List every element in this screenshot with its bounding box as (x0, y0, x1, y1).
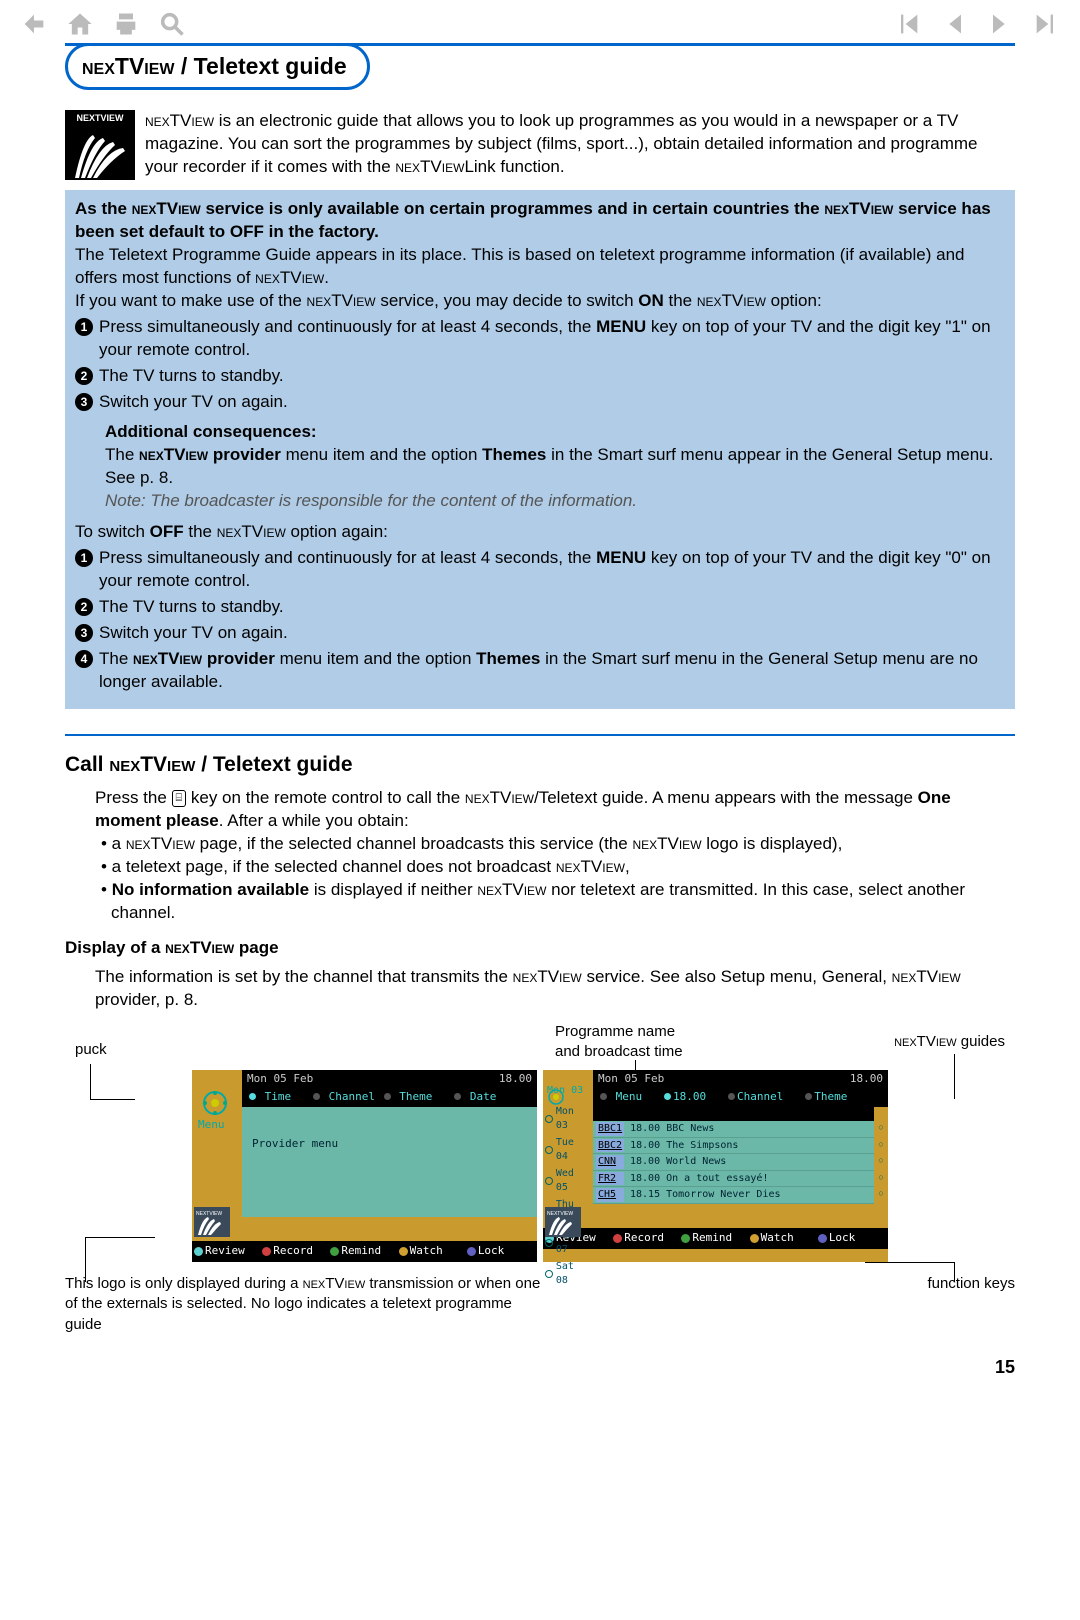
label-programme-name: Programme nameand broadcast time (555, 1022, 683, 1063)
home-icon[interactable] (66, 10, 94, 38)
pdf-toolbar (0, 0, 1080, 43)
section-divider (65, 734, 1015, 736)
prev-page-icon[interactable] (940, 10, 968, 38)
call-heading: Call nexTView / Teletext guide (65, 751, 1015, 779)
screenshot-2: Mon 03 Mon 03 Tue 04 Wed 05 Thu 06 Fri 0… (543, 1070, 888, 1263)
screenshot-1: Menu Mon 05 Feb18.00 Time Channel Theme … (192, 1070, 537, 1263)
label-function-keys: function keys (927, 1274, 1015, 1335)
label-puck: puck (75, 1040, 107, 1060)
back-icon[interactable] (20, 10, 48, 38)
first-page-icon[interactable] (894, 10, 922, 38)
print-icon[interactable] (112, 10, 140, 38)
last-page-icon[interactable] (1032, 10, 1060, 38)
note-text: Note: The broadcaster is responsible for… (105, 490, 1005, 513)
next-page-icon[interactable] (986, 10, 1014, 38)
bluebox-p1: The Teletext Programme Guide appears in … (75, 244, 1005, 290)
label-guides: nexTView guides (894, 1032, 1005, 1052)
bluebox-p2: If you want to make use of the nexTView … (75, 290, 1005, 313)
nextview-mini-logo-2: NEXTVIEW (545, 1207, 581, 1237)
nextview-mini-logo: NEXTVIEW (194, 1207, 230, 1237)
step-3-circle: 3 (75, 393, 93, 411)
step-1-circle: 1 (75, 318, 93, 336)
nextview-logo: NEXTVIEW (65, 110, 135, 180)
label-logo-note: This logo is only displayed during a nex… (65, 1274, 545, 1335)
additional-heading: Additional consequences: (105, 422, 317, 441)
search-icon[interactable] (158, 10, 186, 38)
intro-paragraph: nexTView is an electronic guide that all… (145, 105, 1015, 180)
info-box: As the nexTView service is only availabl… (65, 190, 1015, 709)
svg-text:NEXTVIEW: NEXTVIEW (547, 1211, 573, 1217)
step-2-circle: 2 (75, 367, 93, 385)
display-heading: Display of a nexTView page (65, 937, 1015, 960)
page-title-pill: nexTView / Teletext guide (65, 43, 370, 90)
page-number: 15 (65, 1355, 1015, 1379)
svg-text:NEXTVIEW: NEXTVIEW (196, 1211, 222, 1217)
guide-key-icon: ⌸ (172, 790, 187, 807)
